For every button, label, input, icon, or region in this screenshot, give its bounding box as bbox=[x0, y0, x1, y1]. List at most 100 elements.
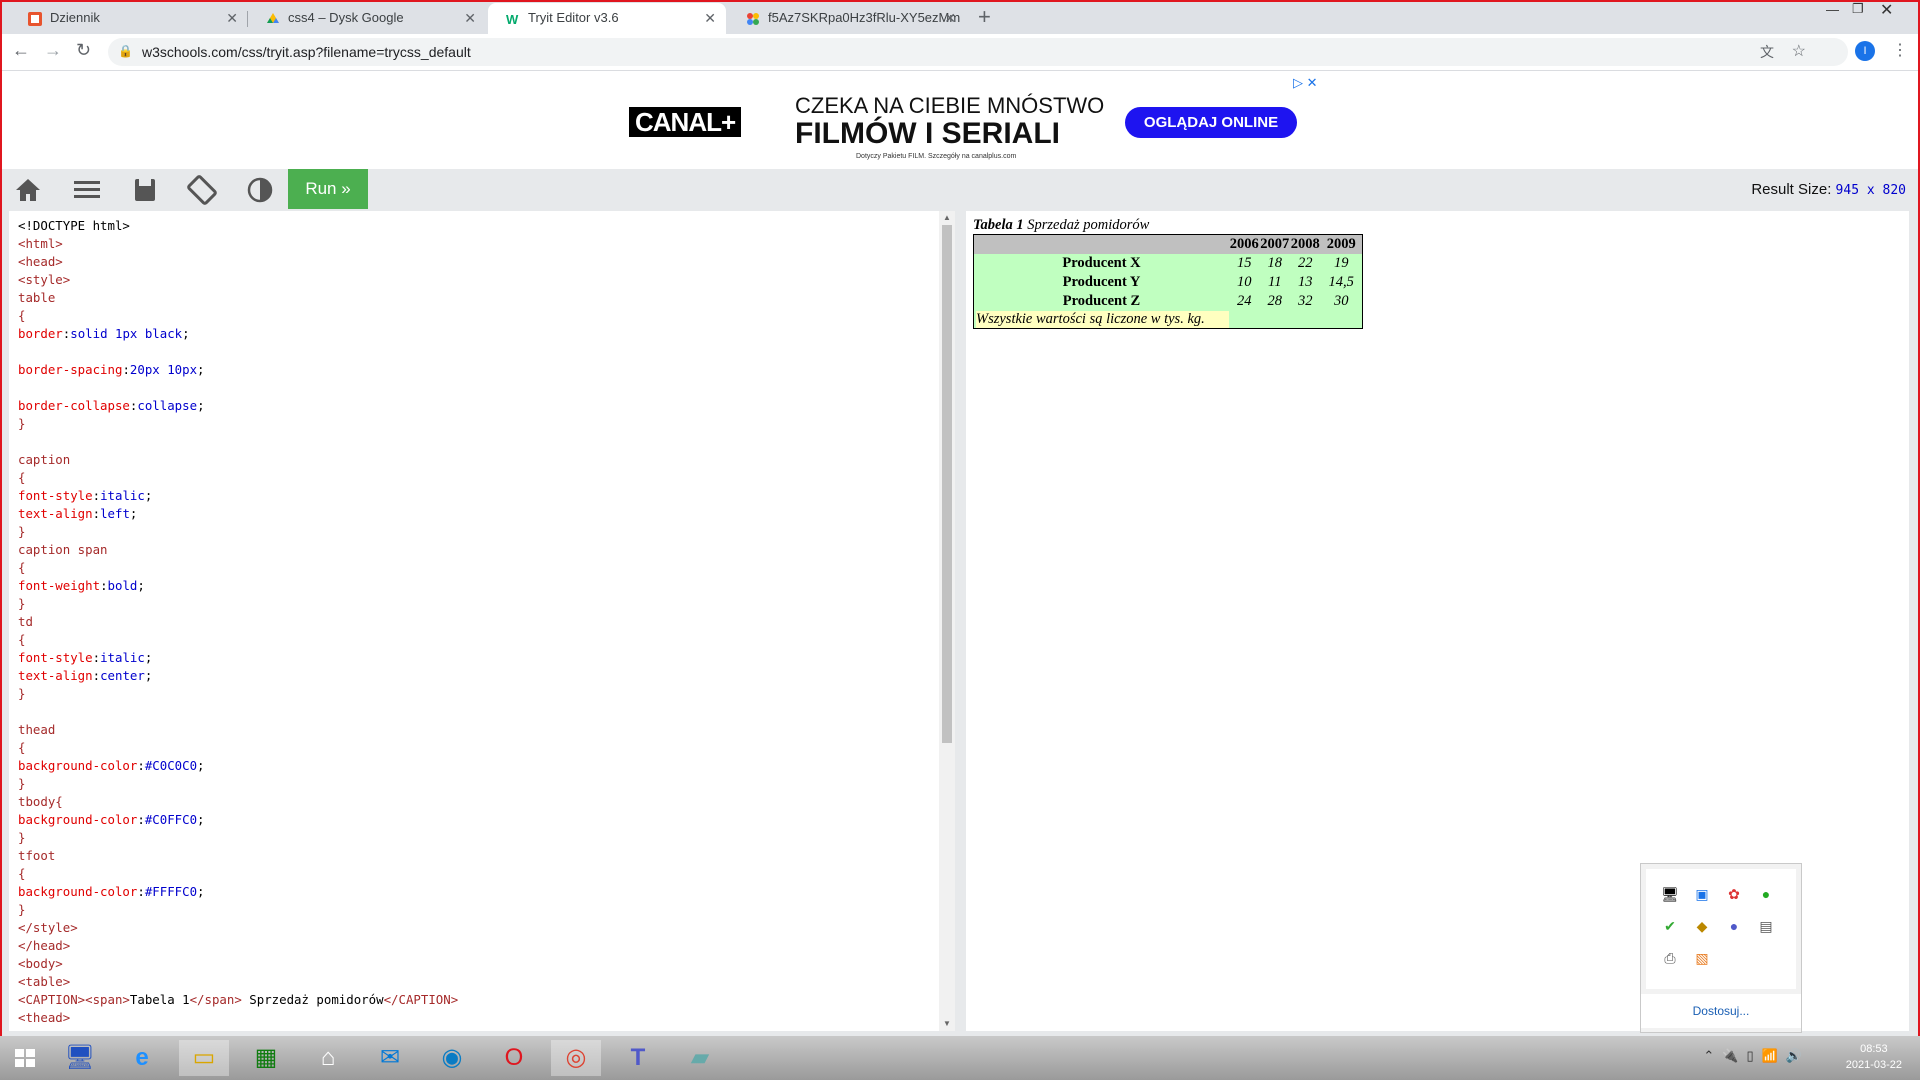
lock-icon[interactable]: 🔒 bbox=[118, 44, 133, 58]
preview-table: Tabela 1 Sprzedaż pomidorów 2006 2007 20… bbox=[973, 217, 1363, 329]
clock-time: 08:53 bbox=[1860, 1043, 1888, 1055]
taskbar: 🖥 e ▭ ▦ ⌂ ✉ ◉ O ◎ T ▰ ⌃🔌▯📶🔊 08:53 2021-0… bbox=[0, 1036, 1920, 1080]
menu-icon[interactable] bbox=[72, 175, 102, 205]
code-editor[interactable]: <!DOCTYPE html> <html> <head> <style> ta… bbox=[9, 211, 955, 1031]
table-row: Producent X 15 18 22 19 bbox=[974, 254, 1363, 273]
ad-line-1: CZEKA NA CIEBIE MNÓSTWO bbox=[795, 93, 1105, 118]
corner-cell bbox=[974, 235, 1230, 255]
table-cell: 13 bbox=[1298, 274, 1313, 290]
table-head: 2006 2007 2008 2009 bbox=[973, 234, 1363, 255]
google-drive-icon bbox=[267, 13, 279, 23]
mail-icon[interactable]: ✉ bbox=[365, 1040, 415, 1076]
row-header: Producent Z bbox=[1062, 293, 1141, 309]
app-tray-icon[interactable]: ▧ bbox=[1693, 949, 1711, 967]
tab-drive[interactable]: css4 – Dysk Google ✕ bbox=[248, 3, 486, 34]
run-button[interactable]: Run » bbox=[288, 169, 368, 209]
translate-icon[interactable]: 文 bbox=[1760, 42, 1774, 62]
table-foot: Wszystkie wartości są liczone w tys. kg. bbox=[973, 311, 1363, 329]
tab-close-icon[interactable]: ✕ bbox=[704, 3, 716, 33]
network-tray-icon[interactable]: ▣ bbox=[1693, 885, 1711, 903]
table-cell: 22 bbox=[1298, 255, 1313, 271]
tab-dziennik[interactable]: Dziennik ✕ bbox=[10, 3, 248, 34]
table-cell: 18 bbox=[1267, 255, 1283, 271]
profile-avatar[interactable]: I bbox=[1855, 41, 1875, 61]
tray-overflow-popup: 🖥 ▣ ✿ ● ✔ ◆ ● ▤ ⎙ ▧ Dostosuj... bbox=[1640, 863, 1802, 1033]
system-tray[interactable]: ⌃🔌▯📶🔊 bbox=[1703, 1048, 1810, 1064]
teams-tray-icon[interactable]: ● bbox=[1725, 917, 1743, 935]
edge-icon[interactable]: ◉ bbox=[427, 1040, 477, 1076]
restore-icon[interactable]: ❐ bbox=[1852, 1, 1864, 17]
table-cell: 11 bbox=[1268, 274, 1282, 290]
rotate-layout-icon[interactable] bbox=[187, 175, 217, 205]
tray-icons-area: 🖥 ▣ ✿ ● ✔ ◆ ● ▤ ⎙ ▧ bbox=[1646, 869, 1796, 989]
tab-title: Dziennik bbox=[50, 10, 100, 25]
table-caption: Tabela 1 Sprzedaż pomidorów bbox=[973, 217, 1363, 234]
defender-tray-icon[interactable]: ✔ bbox=[1661, 917, 1679, 935]
table-cell: 24 bbox=[1237, 293, 1252, 309]
chrome-icon[interactable]: ◎ bbox=[551, 1040, 601, 1076]
security-tray-icon[interactable]: ✿ bbox=[1725, 885, 1743, 903]
table-body: Producent X 15 18 22 19 Producent Y 10 1… bbox=[973, 254, 1363, 311]
table-cell: 32 bbox=[1298, 293, 1313, 309]
new-tab-plus-icon[interactable]: + bbox=[978, 4, 991, 30]
printer-tray-icon[interactable]: ⎙ bbox=[1661, 949, 1679, 967]
update-tray-icon[interactable]: ● bbox=[1757, 885, 1775, 903]
opera-icon[interactable]: O bbox=[489, 1040, 539, 1076]
table-row: Producent Y 10 11 13 14,5 bbox=[974, 273, 1363, 292]
tab-title: f5Az7SKRpa0Hz3fRlu-XY5ezMm bbox=[768, 10, 961, 25]
reload-icon[interactable]: ↻ bbox=[76, 40, 91, 61]
address-bar[interactable]: 🔒 w3schools.com/css/tryit.asp?filename=t… bbox=[108, 38, 1848, 66]
back-arrow-icon[interactable]: ← bbox=[12, 40, 30, 61]
google-photos-icon bbox=[747, 13, 759, 25]
store-icon[interactable]: ▦ bbox=[241, 1040, 291, 1076]
row-header: Producent X bbox=[1062, 255, 1141, 271]
dziennik-favicon-icon bbox=[28, 12, 42, 26]
clock-date: 2021-03-22 bbox=[1845, 1059, 1902, 1071]
dark-mode-icon[interactable] bbox=[245, 175, 275, 205]
windows-start-icon[interactable] bbox=[0, 1040, 50, 1076]
svg-text:W: W bbox=[506, 12, 519, 26]
clock[interactable]: 08:53 2021-03-22 bbox=[1846, 1041, 1902, 1073]
usb-tray-icon[interactable]: ▤ bbox=[1757, 917, 1775, 935]
caption-bold: Tabela 1 bbox=[973, 217, 1024, 233]
ad-cta-button[interactable]: OGLĄDAJ ONLINE bbox=[1125, 107, 1297, 138]
ad-banner[interactable]: CANAL+ CZEKA NA CIEBIE MNÓSTWO FILMÓW I … bbox=[0, 71, 1920, 169]
caption-text: Sprzedaż pomidorów bbox=[1023, 217, 1150, 233]
home-taskbar-icon[interactable]: ⌂ bbox=[303, 1040, 353, 1076]
teams-icon[interactable]: T bbox=[613, 1040, 663, 1076]
tab-tryit-editor[interactable]: W Tryit Editor v3.6 ✕ bbox=[488, 3, 726, 34]
result-size-label: Result Size: bbox=[1751, 181, 1832, 198]
customize-link[interactable]: Dostosuj... bbox=[1641, 994, 1801, 1028]
table-row: Producent Z 24 28 32 30 bbox=[974, 292, 1363, 311]
scroll-up-icon[interactable]: ▲ bbox=[943, 213, 951, 222]
notebook-icon[interactable]: ▰ bbox=[675, 1040, 725, 1076]
adchoices-icon[interactable]: ▷ ✕ bbox=[1293, 75, 1318, 91]
file-explorer-icon[interactable]: ▭ bbox=[179, 1040, 229, 1076]
tab-title: Tryit Editor v3.6 bbox=[528, 10, 619, 25]
table-cell: 30 bbox=[1333, 293, 1349, 309]
browser-menu-icon[interactable]: ⋮ bbox=[1892, 40, 1908, 60]
table-cell: 10 bbox=[1237, 274, 1252, 290]
tab-close-icon[interactable]: ✕ bbox=[944, 3, 956, 33]
scroll-thumb[interactable] bbox=[942, 225, 952, 743]
canal-plus-logo: CANAL+ bbox=[629, 107, 742, 137]
close-window-icon[interactable]: ✕ bbox=[1880, 0, 1893, 20]
year-header: 2007 bbox=[1260, 236, 1290, 252]
scroll-down-icon[interactable]: ▼ bbox=[943, 1019, 951, 1028]
ad-line-2: FILMÓW I SERIALI bbox=[795, 117, 1060, 150]
package-tray-icon[interactable]: ◆ bbox=[1693, 917, 1711, 935]
editor-scrollbar[interactable]: ▲ ▼ bbox=[939, 211, 955, 1031]
year-header: 2009 bbox=[1326, 236, 1356, 252]
lenovo-icon[interactable]: 🖥 bbox=[55, 1040, 105, 1076]
monitor-tray-icon[interactable]: 🖥 bbox=[1661, 885, 1679, 903]
internet-explorer-icon[interactable]: e bbox=[117, 1040, 167, 1076]
save-icon[interactable] bbox=[130, 175, 160, 205]
minimize-icon[interactable]: — bbox=[1826, 2, 1839, 17]
tab-image[interactable]: f5Az7SKRpa0Hz3fRlu-XY5ezMm ✕ bbox=[728, 3, 966, 34]
forward-arrow-icon[interactable]: → bbox=[44, 40, 62, 61]
result-size-value: 945 x 820 bbox=[1835, 183, 1906, 198]
tab-close-icon[interactable]: ✕ bbox=[226, 3, 238, 33]
bookmark-star-icon[interactable]: ☆ bbox=[1792, 41, 1806, 61]
home-icon[interactable] bbox=[13, 175, 43, 205]
tab-close-icon[interactable]: ✕ bbox=[464, 3, 476, 33]
